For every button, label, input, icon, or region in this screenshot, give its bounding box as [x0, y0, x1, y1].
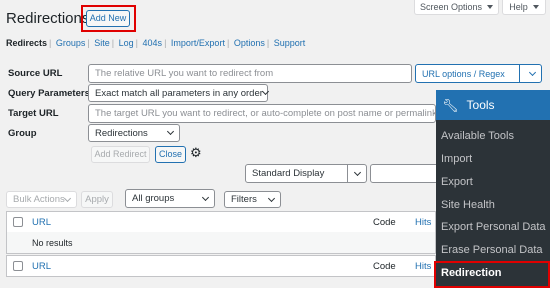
bulk-actions-chevron-icon: [63, 194, 72, 202]
filters-chevron-icon: [267, 194, 276, 202]
menu-import[interactable]: Import: [441, 153, 472, 165]
subnav: Redirects | Groups | Site | Log | 404s | Impo…: [6, 38, 306, 48]
page-title: Redirections: [6, 10, 90, 27]
url-options-label: URL options / Regex: [422, 68, 505, 79]
source-url-input[interactable]: The relative URL you want to redirect fr…: [88, 64, 412, 83]
screen-options-tab[interactable]: Screen Options: [414, 0, 499, 15]
menu-erase-personal-data[interactable]: Erase Personal Data: [441, 244, 543, 256]
screen-options-label: Screen Options: [419, 2, 483, 12]
column-code-footer: Code: [373, 261, 396, 272]
tools-menu-title: Tools: [466, 98, 495, 112]
screen-options-caret-icon: [487, 5, 494, 9]
menu-site-health[interactable]: Site Health: [441, 199, 495, 211]
no-results-text: No results: [32, 238, 73, 248]
bulk-actions-select[interactable]: Bulk Actions: [6, 191, 77, 208]
display-select[interactable]: Standard Display: [245, 164, 367, 183]
close-button[interactable]: Close: [155, 146, 186, 163]
groups-filter-value: All groups: [132, 193, 175, 204]
url-options-chevron-icon: [528, 68, 537, 76]
apply-button[interactable]: Apply: [81, 191, 113, 208]
query-params-label: Query Parameters: [8, 88, 90, 99]
url-options-button[interactable]: URL options / Regex: [415, 64, 542, 83]
subnav-404s[interactable]: 404s: [143, 38, 163, 48]
subnav-log[interactable]: Log: [119, 38, 134, 48]
filters-label: Filters: [231, 194, 257, 205]
target-url-input[interactable]: The target URL you want to redirect, or …: [88, 104, 436, 123]
query-params-value: Exact match all parameters in any order: [95, 87, 263, 99]
subnav-support[interactable]: Support: [274, 38, 306, 48]
target-url-label: Target URL: [8, 108, 59, 119]
help-tab[interactable]: Help: [502, 0, 546, 15]
subnav-redirects[interactable]: Redirects: [6, 38, 47, 48]
groups-filter-select[interactable]: All groups: [125, 189, 215, 208]
group-select[interactable]: Redirections: [88, 124, 180, 142]
display-divider: [347, 165, 348, 182]
query-params-chevron-icon: [261, 87, 269, 96]
column-hits[interactable]: Hits: [415, 217, 431, 228]
subnav-options[interactable]: Options: [234, 38, 265, 48]
column-url[interactable]: URL: [32, 217, 51, 228]
menu-available-tools[interactable]: Available Tools: [441, 130, 514, 142]
column-code: Code: [373, 217, 396, 228]
table-footer: URL Code Hits: [6, 255, 436, 277]
menu-export[interactable]: Export: [441, 176, 473, 188]
help-label: Help: [509, 2, 528, 12]
add-new-highlight: [81, 5, 136, 32]
tools-menu-header[interactable]: 🔧︎ Tools: [436, 90, 550, 120]
column-url-footer[interactable]: URL: [32, 261, 51, 272]
group-value: Redirections: [95, 127, 148, 139]
subnav-site[interactable]: Site: [94, 38, 110, 48]
display-chevron-icon: [353, 168, 362, 176]
group-label: Group: [8, 128, 37, 139]
redirection-highlight: [434, 261, 550, 288]
gear-icon[interactable]: ⚙: [190, 146, 202, 159]
groups-filter-chevron-icon: [201, 193, 210, 201]
url-options-divider: [519, 65, 520, 82]
help-caret-icon: [532, 5, 539, 9]
filters-select[interactable]: Filters: [224, 191, 281, 208]
add-redirect-button[interactable]: Add Redirect: [91, 146, 150, 163]
search-input[interactable]: [370, 164, 440, 183]
select-all-checkbox-footer[interactable]: [13, 261, 23, 271]
table-header: URL Code Hits: [6, 211, 436, 233]
display-value: Standard Display: [252, 168, 325, 179]
subnav-groups[interactable]: Groups: [56, 38, 86, 48]
table-empty-row: No results: [6, 232, 436, 254]
select-all-checkbox[interactable]: [13, 217, 23, 227]
source-url-label: Source URL: [8, 68, 63, 79]
bulk-actions-value: Bulk Actions: [13, 194, 65, 205]
column-hits-footer[interactable]: Hits: [415, 261, 431, 272]
group-chevron-icon: [166, 127, 175, 136]
menu-export-personal-data[interactable]: Export Personal Data: [441, 221, 546, 233]
query-params-select[interactable]: Exact match all parameters in any order: [88, 84, 269, 102]
wrench-icon: 🔧︎: [442, 97, 459, 113]
subnav-import-export[interactable]: Import/Export: [171, 38, 225, 48]
